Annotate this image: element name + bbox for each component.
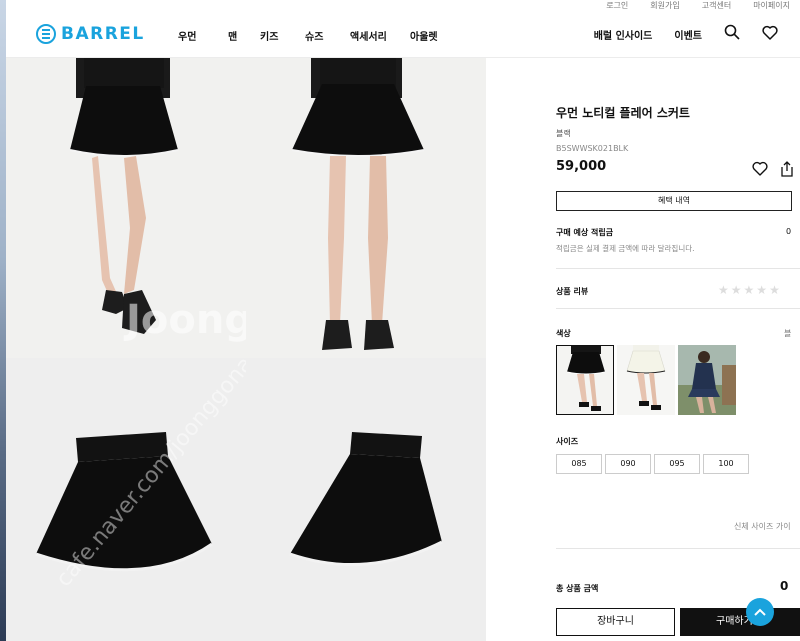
size-option-100[interactable]: 100 [703,454,749,474]
chevron-up-icon [754,608,766,616]
divider [556,548,800,549]
color-label: 색상 [556,329,571,338]
product-price: 59,000 [556,159,607,174]
nav-item-women[interactable]: 우먼 [178,28,228,43]
star-icon: ★ [718,283,729,297]
main-nav: 우먼 맨 키즈 슈즈 액세서리 아울렛 [178,28,438,43]
nav-item-shoes[interactable]: 슈즈 [305,28,350,43]
support-link[interactable]: 고객센터 [702,0,731,12]
benefit-details-button[interactable]: 혜택 내역 [556,191,792,211]
nav-item-accessories[interactable]: 액세서리 [350,28,410,43]
signup-link[interactable]: 회원가입 [650,0,679,12]
expected-points-label: 구매 예상 적립금 [556,228,614,237]
star-icon: ★ [743,283,755,297]
nav-item-outlet[interactable]: 아울렛 [410,28,438,43]
size-guide-link[interactable]: 신체 사이즈 가이 [734,521,791,532]
nav-right: 배럴 인사이드 이벤트 [594,24,778,44]
product-image-flat-side[interactable] [246,358,486,641]
expected-points-value: 0 [786,227,792,236]
color-swatch-navy[interactable] [678,345,736,415]
size-option-095[interactable]: 095 [654,454,700,474]
color-swatch-white[interactable] [617,345,675,415]
site-header: 로그인 회원가입 고객센터 마이페이지 BARREL 우먼 맨 키즈 슈즈 액세… [6,0,800,58]
add-to-cart-button[interactable]: 장바구니 [556,608,675,636]
product-sku: B5SWWSK021BLK [556,144,629,153]
review-label: 상품 리뷰 [556,287,589,296]
search-icon[interactable] [724,24,740,44]
expected-points-note: 적립금은 실제 결제 금액에 따라 달라집니다. [556,244,695,253]
product-info-panel: 우먼 노티컬 플레어 스커트 블랙 B5SWWSK021BLK 59,000 혜… [486,58,800,641]
star-icon: ★ [756,283,768,297]
logo-mark-icon [36,24,56,44]
product-image-model-back[interactable] [246,58,486,358]
star-icon: ★ [769,283,780,297]
watermark-text: Joonggon [123,297,246,343]
product-image-flat-front[interactable]: cafe.naver.com/joonggonara [6,358,246,641]
heart-icon[interactable] [762,25,778,44]
product-gallery: Joonggon cafe.naver.com/joonggonara [6,58,486,641]
total-price-value: 0 [780,579,789,593]
nav-item-men[interactable]: 맨 [228,28,260,43]
mypage-link[interactable]: 마이페이지 [753,0,790,12]
total-price-label: 총 상품 금액 [556,584,599,593]
login-link[interactable]: 로그인 [606,0,628,12]
color-swatch-black[interactable] [556,345,614,415]
nav-item-kids[interactable]: 키즈 [260,28,305,43]
star-icon: ★ [730,283,742,297]
buy-now-button[interactable]: 구매하기 [680,608,800,636]
color-selected-value: 블 [784,329,792,338]
nav-item-insight[interactable]: 배럴 인사이드 [594,27,653,42]
product-title: 우먼 노티컬 플레어 스커트 [556,106,690,120]
nav-item-event[interactable]: 이벤트 [674,27,702,42]
size-option-090[interactable]: 090 [605,454,651,474]
scroll-top-button[interactable] [746,598,774,626]
brand-logo[interactable]: BARREL [36,24,145,44]
logo-text: BARREL [61,24,145,44]
review-stars: ★ ★ ★ ★ ★ [718,283,780,297]
share-icon[interactable] [780,161,794,181]
product-image-model-front[interactable]: Joonggon [6,58,246,358]
product-color-name: 블랙 [556,129,571,138]
wishlist-heart-icon[interactable] [752,161,768,180]
size-option-085[interactable]: 085 [556,454,602,474]
utility-links: 로그인 회원가입 고객센터 마이페이지 [606,0,790,12]
divider [556,268,800,269]
size-label: 사이즈 [556,437,579,446]
divider [556,308,800,309]
